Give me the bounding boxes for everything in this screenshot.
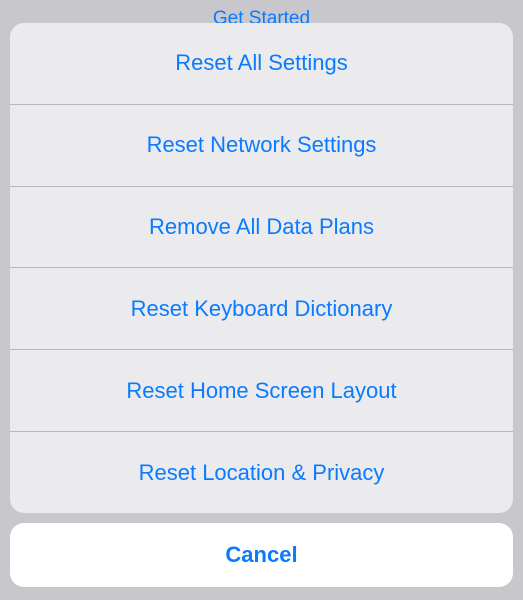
- reset-network-settings-button[interactable]: Reset Network Settings: [10, 104, 513, 186]
- action-sheet-container: Reset All Settings Reset Network Setting…: [10, 23, 513, 587]
- action-sheet-options: Reset All Settings Reset Network Setting…: [10, 23, 513, 513]
- remove-all-data-plans-button[interactable]: Remove All Data Plans: [10, 186, 513, 268]
- reset-home-screen-layout-button[interactable]: Reset Home Screen Layout: [10, 349, 513, 431]
- cancel-button[interactable]: Cancel: [10, 523, 513, 587]
- reset-location-privacy-button[interactable]: Reset Location & Privacy: [10, 431, 513, 513]
- reset-keyboard-dictionary-button[interactable]: Reset Keyboard Dictionary: [10, 267, 513, 349]
- reset-all-settings-button[interactable]: Reset All Settings: [10, 23, 513, 104]
